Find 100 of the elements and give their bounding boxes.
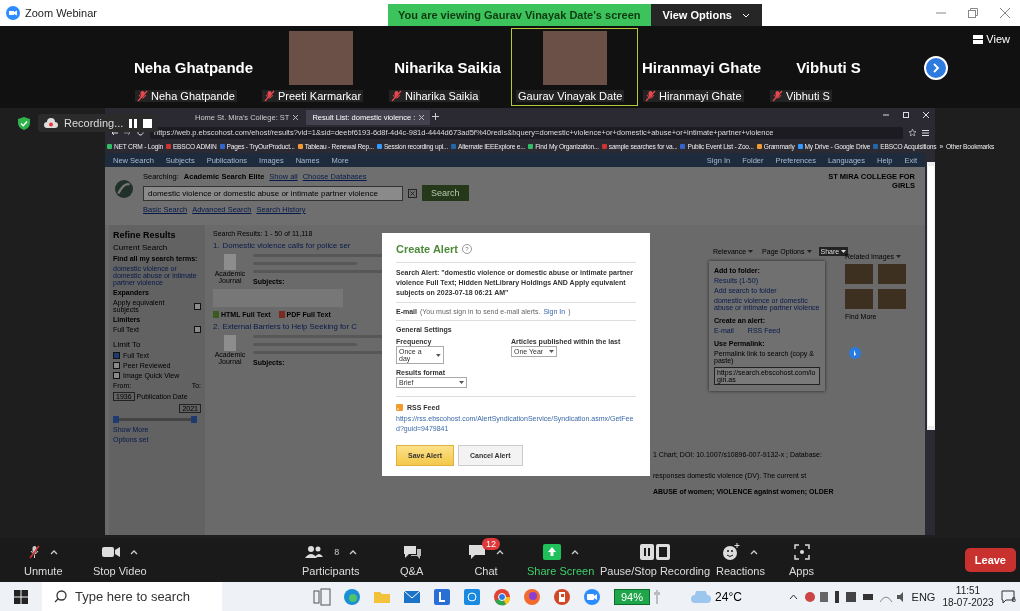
smiley-icon (722, 543, 741, 561)
close-icon[interactable] (419, 115, 425, 120)
participant-name: Hiranmayi Ghate (641, 59, 762, 76)
toolbar-button[interactable]: Reactions (716, 542, 765, 577)
clock-time[interactable]: 11:51 (955, 584, 981, 597)
presentation-icon[interactable] (552, 586, 572, 607)
dropdown-arrow-icon[interactable] (549, 350, 554, 354)
caret-icon[interactable] (129, 549, 138, 555)
menu-icon[interactable] (922, 129, 929, 136)
participant-tile[interactable]: Vibhuti S Vibhuti S (765, 28, 892, 106)
view-options-button[interactable]: View Options (650, 4, 762, 26)
participant-name: Niharika Saikia (394, 59, 501, 76)
caret-icon[interactable] (496, 549, 504, 555)
scrollbar[interactable] (927, 162, 935, 430)
participant-label: Vibhuti S (786, 90, 830, 102)
checkbox[interactable] (113, 352, 120, 359)
chat-bubble-icon (468, 544, 486, 560)
app-tile-icon[interactable] (462, 586, 482, 607)
document-icon (224, 335, 236, 351)
date-range-slider[interactable] (113, 416, 197, 423)
participant-tile[interactable]: Niharika Saikia Niharika Saikia (384, 28, 511, 106)
pause-icon[interactable] (129, 118, 138, 128)
unread-badge: 12 (482, 538, 500, 550)
document-icon (213, 311, 219, 318)
checkbox[interactable] (113, 372, 120, 379)
search-field[interactable]: domestic violence or domestic abuse or intimate partner violence (143, 185, 403, 201)
dialog-title: Create Alert (396, 243, 458, 255)
people-icon (304, 545, 325, 559)
camera-icon (101, 546, 120, 558)
clock-date[interactable]: 18-07-2023 (942, 596, 994, 609)
clear-icon[interactable] (408, 188, 417, 198)
letter-tile-icon[interactable] (432, 586, 452, 607)
checkbox[interactable] (194, 326, 201, 333)
view-button[interactable]: View (967, 32, 1016, 46)
grid-icon[interactable] (973, 34, 984, 44)
muted-mic-icon (28, 545, 40, 559)
forward-arrow-icon[interactable] (124, 129, 131, 136)
participant-tile[interactable]: Gaurav Vinayak Date (511, 28, 638, 106)
share-screen-icon (542, 544, 561, 560)
toolbar-button[interactable]: 8 Participants (302, 542, 360, 577)
participant-tile[interactable]: Hiranmayi Ghate Hiranmayi Ghate (638, 28, 765, 106)
back-arrow-icon[interactable] (111, 129, 118, 136)
taskbar-search-field[interactable]: Type here to search (42, 582, 222, 611)
toolbar-button[interactable]: Unmute (24, 542, 63, 577)
next-page-button[interactable] (924, 56, 948, 80)
caret-icon[interactable] (349, 549, 358, 555)
firefox-icon[interactable] (522, 586, 542, 607)
video-call-icon[interactable] (582, 586, 602, 607)
search-button[interactable]: Search (422, 185, 469, 201)
participant-name: Neha Ghatpande (133, 59, 254, 76)
notification-icon[interactable] (1000, 589, 1015, 604)
close-icon[interactable] (293, 115, 299, 120)
toolbar-button[interactable]: Stop Video (93, 542, 147, 577)
document-icon (278, 311, 285, 318)
windows-start-icon[interactable] (14, 589, 28, 604)
restore-icon[interactable] (968, 8, 978, 18)
checkbox[interactable] (194, 302, 201, 310)
tray-icons-drawing[interactable] (804, 589, 905, 604)
panel-title: Refine Results (113, 230, 177, 240)
slider-handle[interactable] (113, 416, 119, 423)
participant-label: Niharika Saikia (405, 90, 479, 102)
dropdown-arrow-icon[interactable] (841, 250, 847, 253)
document-icon (224, 254, 236, 270)
participant-tile[interactable]: Preeti Karmarkar (257, 28, 384, 106)
participant-tile[interactable]: Neha Ghatpande Neha Ghatpande (130, 28, 257, 106)
weather-temperature[interactable]: 24°C (715, 589, 742, 604)
participant-label: Preeti Karmarkar (278, 90, 362, 102)
speech-bubbles-icon (401, 544, 422, 560)
minimize-icon[interactable] (883, 111, 889, 118)
dropdown-arrow-icon[interactable] (459, 381, 464, 385)
toolbar-button[interactable]: Pause/Stop Recording (600, 542, 711, 577)
caret-icon[interactable] (49, 549, 58, 555)
reload-icon[interactable] (137, 129, 144, 136)
participant-count: 8 (334, 547, 340, 557)
recording-cloud-icon (44, 118, 58, 128)
slider-handle[interactable] (191, 416, 197, 423)
participant-label: Neha Ghatpande (151, 90, 235, 102)
toolbar-button[interactable]: Apps (789, 542, 815, 577)
chrome-icon[interactable] (492, 586, 512, 607)
leaf-logo-icon (115, 180, 133, 198)
dropdown-arrow-icon[interactable] (436, 353, 441, 357)
chevron-up-icon[interactable] (788, 593, 798, 600)
checkbox[interactable] (113, 362, 120, 369)
pause-stop-icon (640, 544, 671, 560)
participant-label: Hiranmayi Ghate (659, 90, 742, 102)
cursor-icon (849, 347, 861, 359)
star-icon[interactable] (909, 129, 916, 136)
caret-icon[interactable] (570, 549, 579, 555)
browser-icon[interactable] (342, 586, 362, 607)
caret-icon[interactable] (750, 549, 759, 555)
new-tab-icon[interactable] (432, 113, 440, 120)
toolbar-button[interactable]: Q&A (400, 542, 424, 577)
chevron-down-icon[interactable] (742, 12, 750, 18)
leave-button[interactable]: Leave (964, 548, 1016, 572)
stop-icon[interactable] (143, 118, 153, 128)
chevron-right-icon[interactable] (932, 63, 940, 73)
apps-icon (793, 544, 810, 560)
toolbar-button[interactable]: Share Screen (527, 542, 595, 577)
maximize-icon[interactable] (903, 111, 909, 118)
language-indicator[interactable]: ENG (911, 590, 936, 603)
